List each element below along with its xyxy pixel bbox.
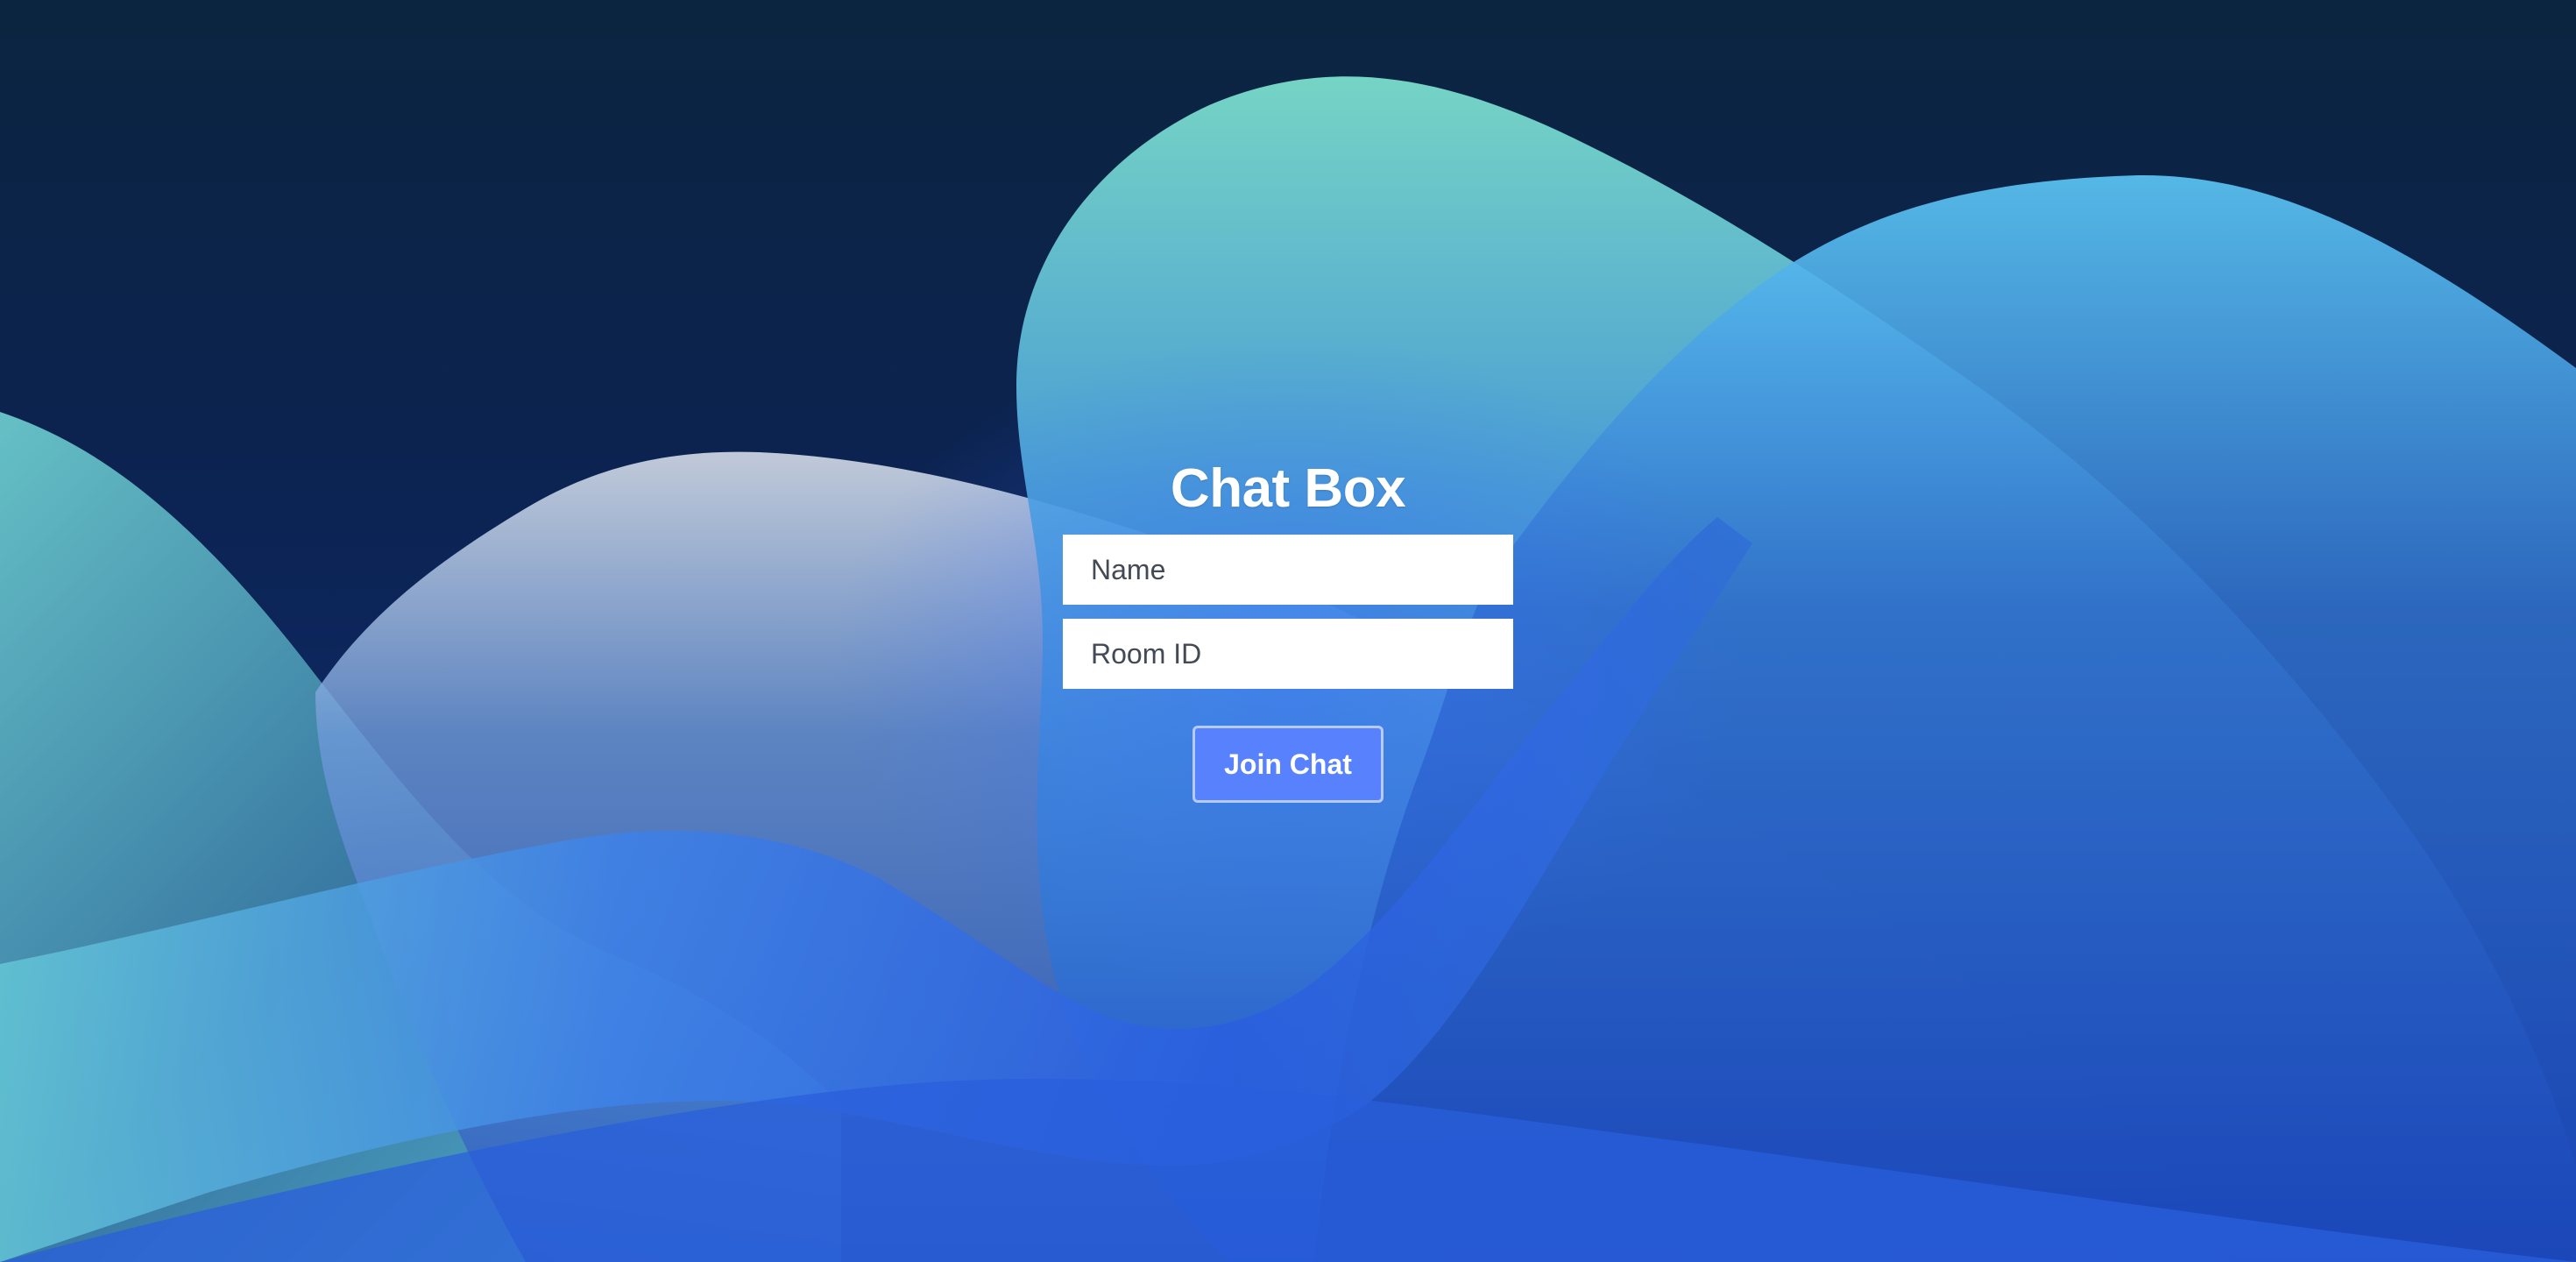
join-form: Chat Box Join Chat xyxy=(1063,456,1513,803)
page-title: Chat Box xyxy=(1170,458,1406,519)
room-id-input[interactable] xyxy=(1063,619,1513,689)
join-chat-button[interactable]: Join Chat xyxy=(1192,726,1384,803)
name-input[interactable] xyxy=(1063,535,1513,605)
page-background: Chat Box Join Chat xyxy=(0,0,2576,1262)
